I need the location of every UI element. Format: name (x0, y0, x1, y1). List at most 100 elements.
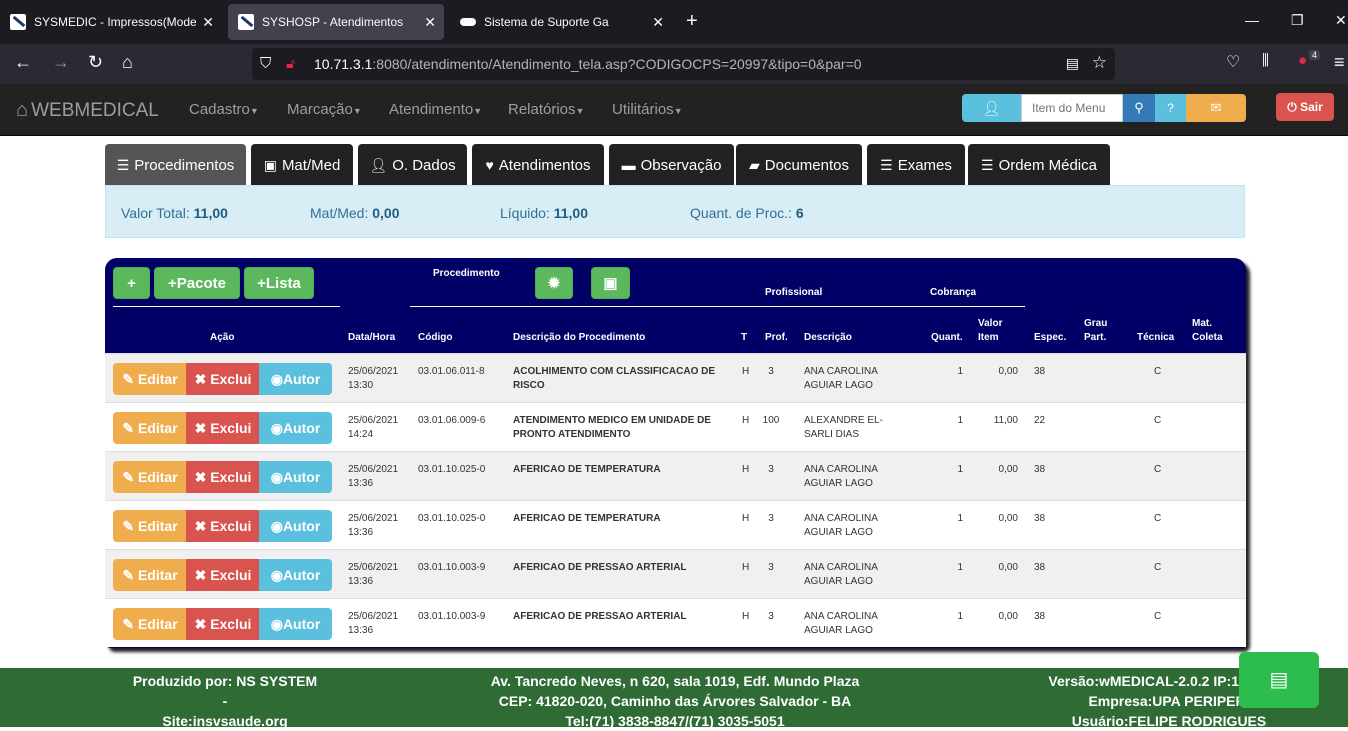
cell-line: SARLI DIAS (804, 429, 860, 440)
restore-icon[interactable]: ❐ (1291, 12, 1304, 29)
close-tab-icon[interactable]: ✕ (202, 14, 214, 31)
cell-codigo: 03.01.10.025-0 (418, 464, 486, 475)
delete-button[interactable]: ✖ Exclui (186, 608, 260, 640)
authorize-button[interactable]: ◉ Autor (259, 363, 332, 395)
edit-label: Editar (137, 567, 178, 583)
add-button[interactable]: + (113, 267, 150, 299)
menu-cadastro[interactable]: Cadastro▼ (189, 101, 259, 118)
delete-button[interactable]: ✖ Exclui (186, 559, 260, 591)
close-tab-icon[interactable]: ✕ (424, 14, 436, 31)
bookmark-star-icon[interactable]: ☆ (1092, 53, 1107, 73)
tab-documentos[interactable]: ▰ Documentos (736, 144, 862, 186)
brand[interactable]: ⌂ WEBMEDICAL (16, 99, 159, 122)
help-button[interactable]: ? (1155, 94, 1186, 122)
authorize-button[interactable]: ◉ Autor (259, 461, 332, 493)
close-tab-icon[interactable]: ✕ (652, 14, 664, 31)
close-window-icon[interactable]: ✕ (1335, 12, 1347, 29)
user-icon: 👤︎ (369, 156, 388, 173)
url-bar[interactable]: ⛉ 🔓︎ 10.71.3.1:8080/atendimento/Atendime… (252, 48, 1115, 80)
authorize-button[interactable]: ◉ Autor (259, 608, 332, 640)
delete-label: Exclui (210, 518, 252, 534)
home-icon[interactable]: ⌂ (122, 52, 133, 73)
tab-ordem-medica[interactable]: ☰ Ordem Médica (968, 144, 1110, 186)
browser-tab-active[interactable]: SYSHOSP - Atendimentos ✕ (228, 4, 444, 40)
tab-label: Exames (897, 156, 952, 174)
forward-icon[interactable]: → (52, 52, 70, 73)
user-button[interactable]: 👤︎ (962, 94, 1021, 122)
new-tab-icon[interactable]: + (686, 10, 698, 33)
footer-address: Av. Tancredo Neves, n 620, sala 1019, Ed… (470, 671, 880, 731)
authorize-button[interactable]: ◉ Autor (259, 412, 332, 444)
cell-line: PRONTO ATENDIMENTO (513, 429, 631, 440)
floating-action-button[interactable]: ▤ (1239, 652, 1319, 708)
cell-tecnica: C (1154, 562, 1162, 573)
reload-icon[interactable]: ↻ (88, 52, 103, 73)
eye-icon: ◉ (270, 517, 283, 534)
cell-prof: 3 (768, 562, 774, 573)
logout-button[interactable]: ⏻ Sair (1276, 93, 1334, 121)
add-lista-button[interactable]: +Lista (244, 267, 314, 299)
back-icon[interactable]: ← (14, 52, 32, 73)
cell-descricao: ANA CAROLINA AGUIAR LAGO (804, 512, 878, 540)
inbox-button[interactable]: ▣ (591, 267, 630, 299)
authorize-button[interactable]: ◉ Autor (259, 510, 332, 542)
library-icon[interactable]: ⫼ (1262, 52, 1269, 69)
col-tecnica: Técnica (1137, 332, 1175, 343)
cell-tecnica: C (1154, 611, 1162, 622)
sun-button[interactable]: ✹ (535, 267, 573, 299)
edit-label: Editar (137, 420, 178, 436)
menu-utilitarios[interactable]: Utilitários▼ (612, 101, 683, 118)
extension-icon[interactable]: ● (1298, 52, 1307, 69)
footer-link[interactable]: Site:insvsaude.org (110, 711, 340, 731)
col-descricao: Descrição (804, 332, 852, 343)
insecure-lock-icon[interactable]: 🔓︎ (286, 55, 295, 72)
col-label: Part. (1084, 332, 1107, 343)
pocket-icon[interactable]: ♡ (1226, 52, 1240, 72)
delete-label: Exclui (210, 616, 252, 632)
edit-button[interactable]: ✎ Editar (113, 510, 187, 542)
mail-button[interactable]: ✉ (1186, 94, 1246, 122)
menu-marcacao[interactable]: Marcação▼ (287, 101, 362, 118)
tab-atendimentos[interactable]: ♥ Atendimentos (472, 144, 604, 186)
shield-icon[interactable]: ⛉ (260, 55, 271, 72)
edit-button[interactable]: ✎ Editar (113, 559, 187, 591)
edit-button[interactable]: ✎ Editar (113, 363, 187, 395)
cell-time: 13:36 (348, 625, 374, 636)
cell-prof: 3 (768, 513, 774, 524)
menu-atendimento[interactable]: Atendimento▼ (389, 101, 482, 118)
tab-exames[interactable]: ☰ Exames (867, 144, 965, 186)
tab-matmed[interactable]: ▣ Mat/Med (251, 144, 353, 186)
menu-icon[interactable]: ≡ (1334, 52, 1345, 73)
reader-view-icon[interactable]: ▤ (1066, 55, 1079, 72)
question-icon: ? (1167, 101, 1174, 115)
cell-descricao-procedimento: AFERICAO DE PRESSAO ARTERIAL (513, 610, 687, 624)
delete-button[interactable]: ✖ Exclui (186, 363, 260, 395)
tab-label: Documentos (764, 156, 849, 174)
menu-search-input[interactable] (1021, 94, 1123, 122)
delete-button[interactable]: ✖ Exclui (186, 510, 260, 542)
add-pacote-button[interactable]: +Pacote (154, 267, 240, 299)
cell-espec: 22 (1034, 415, 1046, 426)
browser-tab[interactable]: SYSMEDIC - Impressos(Modelo ✕ (0, 4, 222, 40)
cell-descricao: ANA CAROLINA AGUIAR LAGO (804, 365, 878, 393)
edit-button[interactable]: ✎ Editar (113, 608, 187, 640)
minimize-icon[interactable]: — (1245, 12, 1259, 28)
cell-datahora: 25/06/2021 13:36 (348, 512, 398, 540)
cell-t: H (742, 562, 750, 573)
browser-tab[interactable]: Sistema de Suporte Ga ✕ (450, 4, 672, 40)
edit-button[interactable]: ✎ Editar (113, 461, 187, 493)
tab-odados[interactable]: 👤︎ O. Dados (358, 144, 467, 186)
menu-relatorios[interactable]: Relatórios▼ (508, 101, 584, 118)
cell-descricao-procedimento: AFERICAO DE PRESSAO ARTERIAL (513, 561, 687, 575)
delete-button[interactable]: ✖ Exclui (186, 412, 260, 444)
edit-button[interactable]: ✎ Editar (113, 412, 187, 444)
edit-icon: ✎ (122, 468, 135, 485)
delete-button[interactable]: ✖ Exclui (186, 461, 260, 493)
tab-observacao[interactable]: ▬ Observação (609, 144, 734, 186)
table-row: ✎ Editar ✖ Exclui ◉ Autor 25/06/2021 13:36 03.… (105, 451, 1246, 500)
edit-label: Editar (137, 469, 178, 485)
authorize-button[interactable]: ◉ Autor (259, 559, 332, 591)
search-button[interactable]: ⚲ (1123, 94, 1155, 122)
footer-line: CEP: 41820-020, Caminho das Árvores Salv… (498, 693, 852, 709)
tab-procedimentos[interactable]: ☰ Procedimentos (105, 144, 246, 186)
